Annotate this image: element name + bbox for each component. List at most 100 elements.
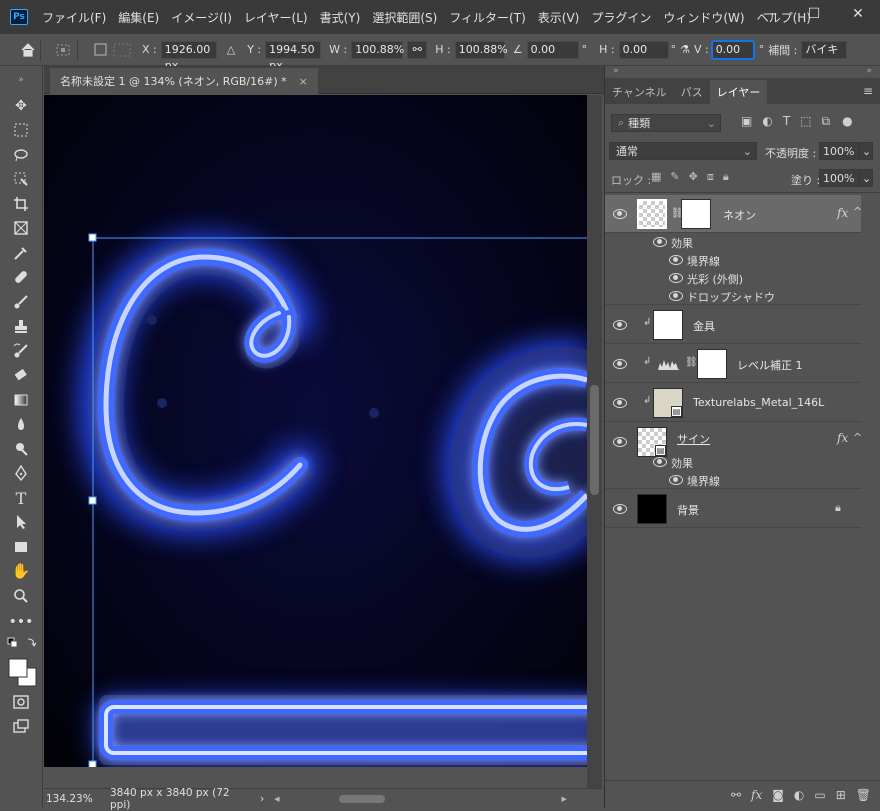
w-input[interactable]: 100.88% — [351, 40, 404, 59]
effect-label[interactable]: ドロップシャドウ — [687, 289, 775, 305]
path-select-tool-icon[interactable] — [11, 512, 31, 532]
brush-tool-icon[interactable] — [11, 292, 31, 312]
tab-channels[interactable]: チャンネル — [605, 80, 674, 104]
checkbox-icon[interactable] — [94, 43, 108, 57]
menu-select[interactable]: 選択範囲(S) — [366, 9, 443, 26]
vertical-scrollbar[interactable] — [587, 95, 602, 788]
color-swatches-icon[interactable] — [6, 656, 38, 688]
link-icon[interactable]: ⚯ — [407, 40, 428, 59]
visibility-eye-icon[interactable] — [613, 398, 627, 408]
y-input[interactable]: 1994.50 px — [265, 40, 322, 72]
dock-collapse-icon[interactable]: » — [866, 66, 872, 76]
eyedropper-tool-icon[interactable] — [11, 243, 31, 263]
menu-file[interactable]: ファイル(F) — [36, 9, 112, 26]
quick-mask-icon[interactable] — [11, 692, 31, 712]
lock-position-icon[interactable]: ✥ — [689, 170, 698, 184]
lock-icon[interactable]: 🔒︎ — [835, 501, 841, 515]
fill-input[interactable]: 100% — [819, 169, 859, 187]
maximize-button[interactable]: ☐ — [792, 0, 836, 28]
visibility-eye-icon[interactable] — [669, 291, 683, 301]
visibility-eye-icon[interactable] — [613, 320, 627, 330]
scroll-right-icon[interactable]: ▸ — [561, 793, 566, 805]
opacity-dropdown[interactable]: ⌄ — [859, 142, 873, 160]
canvas[interactable] — [44, 95, 587, 788]
visibility-eye-icon[interactable] — [613, 437, 627, 447]
menu-filter[interactable]: フィルター(T) — [443, 9, 531, 26]
link-layers-icon[interactable]: ⚯ — [731, 788, 741, 802]
pixel-filter-icon[interactable]: ▣ — [741, 114, 752, 129]
blend-mode-select[interactable]: 通常 ⌄ — [609, 142, 757, 160]
healing-brush-tool-icon[interactable] — [11, 267, 31, 287]
blur-tool-icon[interactable] — [11, 414, 31, 434]
lock-artboard-icon[interactable]: ⧈ — [707, 170, 714, 184]
visibility-eye-icon[interactable] — [669, 255, 683, 265]
new-group-icon[interactable]: ▭ — [814, 788, 825, 802]
effect-label[interactable]: 境界線 — [687, 253, 720, 269]
rectangle-tool-icon[interactable] — [11, 537, 31, 557]
marquee-tool-icon[interactable] — [11, 120, 31, 140]
visibility-eye-icon[interactable] — [613, 504, 627, 514]
close-button[interactable]: ✕ — [836, 0, 880, 28]
scrollbar-thumb[interactable] — [590, 385, 599, 495]
fill-dropdown[interactable]: ⌄ — [859, 169, 873, 187]
visibility-eye-icon[interactable] — [613, 209, 627, 219]
horizontal-scrollbar-thumb[interactable] — [339, 794, 386, 803]
eraser-tool-icon[interactable] — [11, 365, 31, 385]
visibility-eye-icon[interactable] — [653, 457, 667, 467]
x-input[interactable]: 1926.00 px — [160, 40, 217, 72]
interp-select[interactable]: バイキュ — [801, 40, 848, 59]
document-tab[interactable]: 名称未設定 1 @ 134% (ネオン, RGB/16#) * × — [50, 68, 318, 94]
panel-menu-icon[interactable]: ≡ — [863, 84, 873, 98]
fx-icon[interactable]: fx — [837, 431, 848, 445]
add-mask-icon[interactable]: ◙ — [772, 788, 784, 802]
shape-filter-icon[interactable]: ⬚ — [800, 114, 811, 129]
lasso-tool-icon[interactable] — [11, 145, 31, 165]
dodge-tool-icon[interactable] — [11, 439, 31, 459]
delta-icon[interactable]: △ — [227, 43, 235, 56]
fx-icon[interactable]: fx — [837, 206, 848, 220]
minimize-button[interactable]: — — [748, 0, 792, 28]
tab-paths[interactable]: パス — [674, 80, 710, 104]
expand-effects-icon[interactable]: ^ — [853, 431, 862, 444]
angle-input[interactable]: 0.00 — [526, 40, 579, 59]
menu-view[interactable]: 表示(V) — [532, 9, 586, 26]
effect-label[interactable]: 境界線 — [687, 473, 720, 489]
type-tool-icon[interactable]: T — [11, 488, 31, 508]
menu-type[interactable]: 書式(Y) — [314, 9, 367, 26]
h-input[interactable]: 100.88% — [454, 40, 508, 59]
menu-edit[interactable]: 編集(E) — [112, 9, 165, 26]
pen-tool-icon[interactable] — [11, 463, 31, 483]
zoom-level[interactable]: 134.23% — [46, 793, 100, 805]
expand-effects-icon[interactable]: ^ — [853, 205, 862, 218]
filter-toggle-icon[interactable]: ● — [842, 114, 852, 129]
gradient-tool-icon[interactable] — [11, 390, 31, 410]
history-brush-tool-icon[interactable] — [11, 341, 31, 361]
new-layer-icon[interactable]: ⊞ — [836, 788, 846, 802]
add-style-icon[interactable]: fx — [751, 788, 762, 802]
tab-close-button[interactable]: × — [299, 75, 308, 88]
dock-expand-icon[interactable]: » — [613, 66, 619, 76]
lock-transparent-icon[interactable]: ▦ — [651, 170, 661, 184]
effect-label[interactable]: 光彩 (外側) — [687, 271, 743, 287]
flask-icon[interactable]: ⚗ — [680, 43, 690, 56]
visibility-eye-icon[interactable] — [669, 273, 683, 283]
menu-window[interactable]: ウィンドウ(W) — [657, 9, 750, 26]
visibility-eye-icon[interactable] — [613, 359, 627, 369]
adjustment-filter-icon[interactable]: ◐ — [762, 114, 772, 129]
layer-row-hardware[interactable]: ↲ 金具 — [605, 306, 861, 344]
layer-row-texture[interactable]: ↲ ▤ Texturelabs_Metal_146L — [605, 384, 861, 422]
default-colors-icon[interactable] — [4, 636, 40, 650]
vskew-input[interactable]: 0.00 — [710, 39, 755, 60]
scroll-left-icon[interactable]: ◂ — [274, 793, 279, 805]
menu-plugins[interactable]: プラグイン — [585, 9, 657, 26]
reference-point-icon[interactable] — [55, 42, 73, 58]
more-tools-icon[interactable]: ••• — [9, 612, 34, 632]
menu-layer[interactable]: レイヤー(L) — [238, 9, 314, 26]
zoom-tool-icon[interactable] — [11, 586, 31, 606]
tab-layers[interactable]: レイヤー — [709, 80, 768, 104]
visibility-eye-icon[interactable] — [653, 237, 667, 247]
layer-row-background[interactable]: 背景 🔒︎ — [605, 490, 861, 528]
layer-filter-select[interactable]: ⌕ 種類 ⌄ — [611, 114, 721, 132]
mask-link-icon[interactable]: ⛓ — [685, 357, 698, 368]
visibility-eye-icon[interactable] — [669, 475, 683, 485]
